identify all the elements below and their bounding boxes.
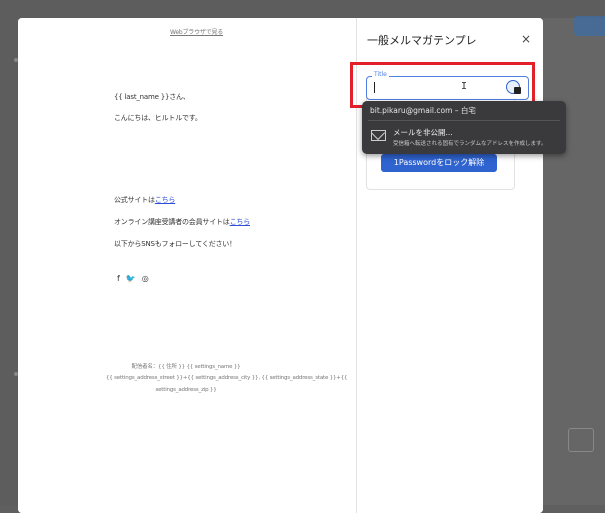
hide-email-subtitle: 受信箱へ転送される固有でランダムなアドレスを作成します。 <box>393 141 547 147</box>
background-button <box>574 16 605 36</box>
members-site-link[interactable]: こちら <box>230 218 251 226</box>
twitter-icon[interactable]: 🐦 <box>126 274 136 283</box>
facebook-icon[interactable]: f <box>117 274 120 283</box>
hide-email-title[interactable]: メールを非公開... <box>393 127 453 138</box>
hello-text: こんにちは、ヒルトルです。 <box>114 114 202 122</box>
official-site-prefix: 公式サイトは <box>114 196 155 204</box>
unlock-1password-button[interactable]: 1Passwordをロック解除 <box>381 154 497 172</box>
official-site-link[interactable]: こちら <box>155 196 176 204</box>
view-in-browser-link[interactable]: Webブラウザで見る <box>170 27 223 36</box>
close-icon[interactable]: × <box>519 32 533 46</box>
footer-line-1: 配信者名：{{ 住所 }} {{ settings_name }} <box>131 364 241 370</box>
envelope-icon <box>371 130 386 141</box>
follow-sns-text: 以下からSNSもフォローしてください！ <box>114 240 236 248</box>
social-icons: f 🐦 ◎ <box>117 274 149 283</box>
members-site-prefix: オンライン講座受講者の会員サイトは <box>114 218 230 226</box>
panel-title: 一般メルマガテンプレ <box>367 34 477 47</box>
instagram-icon[interactable]: ◎ <box>142 274 149 283</box>
background-icon <box>568 428 594 452</box>
saved-email-item[interactable]: bit.pikaru@gmail.com – 白宅 <box>370 105 476 116</box>
footer-line-3: settings_address_zip }} <box>155 387 217 393</box>
official-site-line: 公式サイトはこちら <box>114 195 175 205</box>
popup-divider <box>368 120 560 121</box>
footer-line-2: {{ settings_address_street }}+{{ setting… <box>106 375 348 381</box>
email-preview: Webブラウザで見る {{ last_name }}さん、 こんにちは、ヒルトル… <box>18 18 357 513</box>
1password-popup: bit.pikaru@gmail.com – 白宅 メールを非公開... 受信箱… <box>362 101 566 154</box>
greeting-text: {{ last_name }}さん、 <box>114 93 190 101</box>
members-site-line: オンライン講座受講者の会員サイトはこちら <box>114 217 250 227</box>
